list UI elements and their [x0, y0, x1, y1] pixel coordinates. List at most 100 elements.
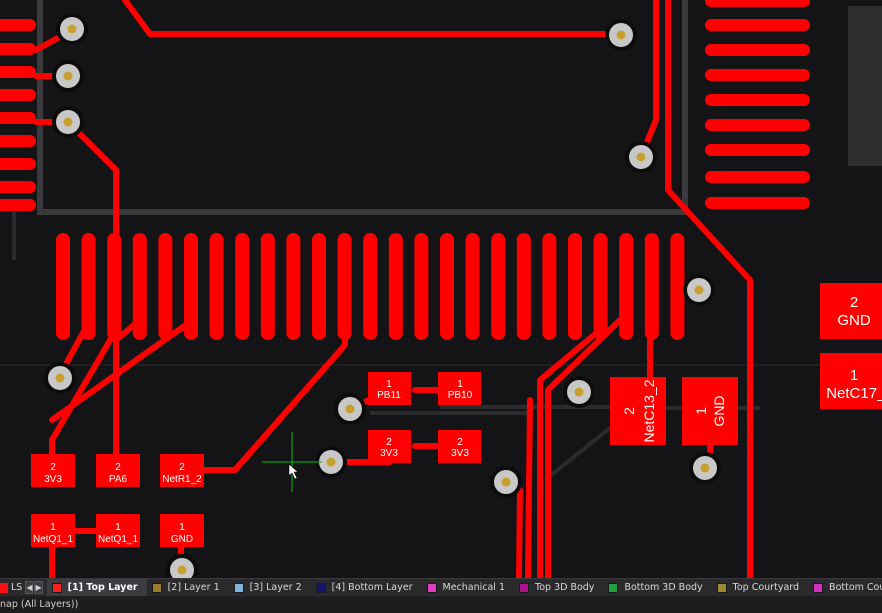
layer-tab-label: Mechanical 1: [442, 582, 506, 593]
ic-pin[interactable]: [465, 233, 480, 340]
layer-tab-label: Bottom 3D Body: [624, 582, 703, 593]
pad-net: GND: [711, 395, 727, 426]
layer-tab[interactable]: [1] Top Layer: [46, 579, 147, 596]
layer-tab-label: Top Courtyard: [732, 582, 800, 593]
layer-tab[interactable]: [4] Bottom Layer: [311, 579, 422, 596]
layer-color-swatch: [315, 582, 326, 593]
layer-color-swatch: [51, 582, 62, 593]
layer-tab-label: [1] Top Layer: [67, 582, 138, 593]
pad-net: NetQ1_1: [33, 534, 73, 545]
ic-pin[interactable]: [388, 233, 403, 340]
pad-number: 1: [850, 367, 858, 384]
layer-tab[interactable]: Top Courtyard: [712, 579, 808, 596]
layer-tab[interactable]: Mechanical 1: [422, 579, 515, 596]
pad-net: 3V3: [380, 448, 398, 459]
pad[interactable]: 1GND: [682, 377, 738, 445]
pad-number: 2: [179, 462, 185, 473]
ic-pin[interactable]: [235, 233, 250, 340]
pad-number: 2: [850, 294, 858, 311]
layer-tab-label: [2] Layer 1: [167, 582, 220, 593]
pad-net: GND: [171, 534, 193, 545]
ic-pin[interactable]: [670, 233, 685, 340]
layer-tab-label: [3] Layer 2: [249, 582, 302, 593]
layer-tab[interactable]: Top 3D Body: [514, 579, 603, 596]
ic-pin[interactable]: [312, 233, 326, 340]
pad-net: PB11: [377, 390, 401, 401]
pad[interactable]: 2PA6: [96, 454, 140, 487]
prev-layer-button[interactable]: ◀: [25, 581, 34, 594]
pad-number: 1: [693, 407, 709, 415]
pad[interactable]: 23V3: [31, 454, 75, 487]
pad[interactable]: 1NetQ1_1: [31, 514, 75, 547]
left-fingers: [0, 19, 36, 211]
status-text: Snap (All Layers)): [0, 599, 79, 610]
ic-pin[interactable]: [593, 233, 608, 340]
layer-set-toggle[interactable]: LS: [0, 582, 25, 593]
layer-tab-label: [4] Bottom Layer: [331, 582, 413, 593]
pad-number: 1: [386, 379, 392, 390]
layer-color-swatch: [716, 582, 727, 593]
ic-pin[interactable]: [363, 233, 378, 340]
ic-pin[interactable]: [516, 233, 531, 340]
pad-net: NetQ1_1: [98, 534, 138, 545]
layer-color-swatch: [233, 582, 244, 593]
pad-number: 1: [457, 379, 463, 390]
pad-net: 3V3: [451, 448, 469, 459]
pad[interactable]: 2 NetC13_2: [610, 377, 666, 445]
layer-tab[interactable]: Bottom 3D Body: [603, 579, 711, 596]
ls-label: LS: [11, 582, 23, 593]
ic-pin[interactable]: [619, 233, 634, 340]
pad-number: 2: [115, 462, 121, 473]
current-layer-swatch: [0, 582, 8, 593]
pcb-canvas[interactable]: 23V3 2PA6 2NetR1_2 1NetQ1_1 1NetQ1_1 1GN…: [0, 0, 882, 578]
pad[interactable]: 1PB11: [368, 372, 411, 405]
pad-number: 1: [50, 522, 56, 533]
status-bar: Snap (All Layers)): [0, 596, 882, 613]
pad-net: GND: [837, 312, 871, 329]
pad-net: 3V3: [44, 474, 62, 485]
layer-color-swatch: [426, 582, 437, 593]
layer-tab-label: Bottom Courtyard: [829, 582, 882, 593]
ic-pin[interactable]: [260, 233, 275, 340]
pad-number: 2: [621, 407, 637, 415]
pad[interactable]: 23V3: [368, 430, 411, 463]
layer-color-swatch: [608, 582, 619, 593]
ic-pin[interactable]: [209, 233, 224, 340]
pad[interactable]: 23V3: [438, 430, 481, 463]
layer-tab-label: Top 3D Body: [535, 582, 595, 593]
next-layer-button[interactable]: ▶: [34, 581, 43, 594]
layer-tab[interactable]: [2] Layer 1: [147, 579, 229, 596]
ic-pin[interactable]: [414, 233, 429, 340]
pad-number: 2: [457, 437, 463, 448]
pad[interactable]: 1NetQ1_1: [96, 514, 140, 547]
pad-net: NetC13_2: [641, 379, 657, 442]
ic-pin[interactable]: [491, 233, 506, 340]
pad-net: PB10: [448, 390, 473, 401]
pad[interactable]: 1NetC17_1: [820, 353, 882, 409]
pad[interactable]: 2GND: [820, 283, 882, 339]
layer-color-swatch: [813, 582, 824, 593]
ic-pin[interactable]: [158, 233, 173, 340]
layer-color-swatch: [151, 582, 162, 593]
layer-tab[interactable]: Bottom Courtyard: [808, 579, 882, 596]
layer-tab[interactable]: [3] Layer 2: [229, 579, 311, 596]
pad-number: 1: [115, 522, 121, 533]
pad[interactable]: 1GND: [160, 514, 204, 547]
pad-net: NetC17_1: [826, 385, 882, 402]
pad-net: NetR1_2: [162, 474, 202, 485]
pad-number: 1: [179, 522, 185, 533]
pad[interactable]: 1PB10: [438, 372, 481, 405]
ic-pin[interactable]: [568, 233, 582, 340]
layer-tabs-bar: LS ◀ ▶ [1] Top Layer [2] Layer 1 [3] Layer…: [0, 578, 882, 596]
pad-net: PA6: [109, 474, 128, 485]
ic-body: [848, 6, 882, 166]
ic-pin[interactable]: [56, 233, 70, 340]
ic-pin[interactable]: [286, 233, 301, 340]
layer-color-swatch: [519, 582, 530, 593]
pad-number: 2: [386, 437, 392, 448]
ic-pin[interactable]: [542, 233, 557, 340]
ic-pin[interactable]: [440, 233, 454, 340]
layer-tabs: [1] Top Layer [2] Layer 1 [3] Layer 2 [4] B…: [46, 579, 882, 596]
pad[interactable]: 2NetR1_2: [160, 454, 204, 487]
pad-number: 2: [50, 462, 56, 473]
